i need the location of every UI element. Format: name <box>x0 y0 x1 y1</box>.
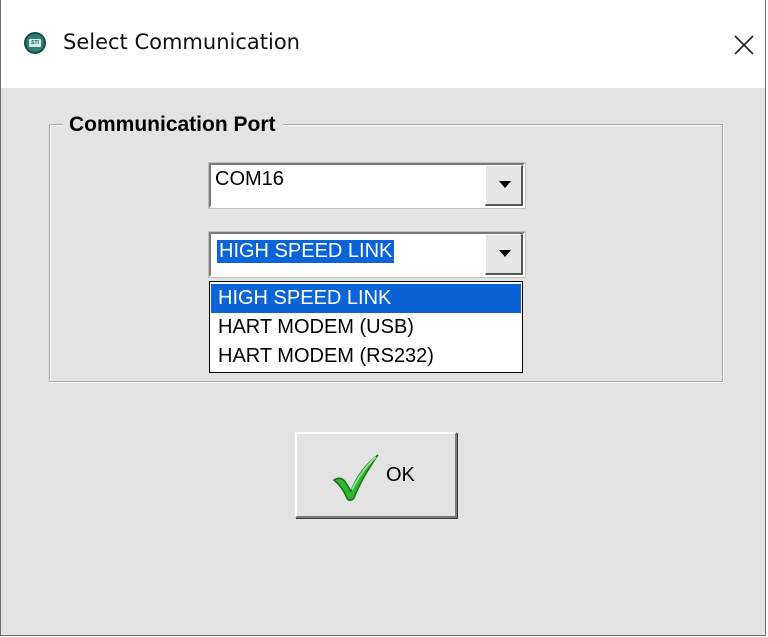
link-dropdown-list: HIGH SPEED LINK HART MODEM (USB) HART MO… <box>209 281 523 373</box>
dropdown-option-hart-modem-rs232[interactable]: HART MODEM (RS232) <box>211 342 521 371</box>
title-bar: STI Select Communication <box>1 0 765 88</box>
chevron-down-icon <box>499 250 511 257</box>
dialog-window: STI Select Communication Communication P… <box>0 0 766 636</box>
port-dropdown-value: COM16 <box>215 168 284 190</box>
ok-button-label: OK <box>386 464 415 486</box>
window-title: Select Communication <box>63 30 300 54</box>
dropdown-option-high-speed-link[interactable]: HIGH SPEED LINK <box>211 284 521 313</box>
chevron-down-icon <box>499 181 511 188</box>
close-button[interactable] <box>725 26 761 62</box>
group-legend: Communication Port <box>63 113 282 137</box>
link-dropdown-arrow-button[interactable] <box>485 234 523 275</box>
port-dropdown[interactable]: COM16 <box>208 162 526 209</box>
close-icon <box>734 35 754 55</box>
app-icon: STI <box>24 32 46 54</box>
checkmark-icon <box>332 454 379 501</box>
link-dropdown[interactable]: HIGH SPEED LINK <box>208 231 526 278</box>
dropdown-option-hart-modem-usb[interactable]: HART MODEM (USB) <box>211 313 521 342</box>
ok-button[interactable]: OK <box>295 432 457 518</box>
port-dropdown-arrow-button[interactable] <box>485 165 523 206</box>
link-dropdown-value: HIGH SPEED LINK <box>215 239 396 264</box>
